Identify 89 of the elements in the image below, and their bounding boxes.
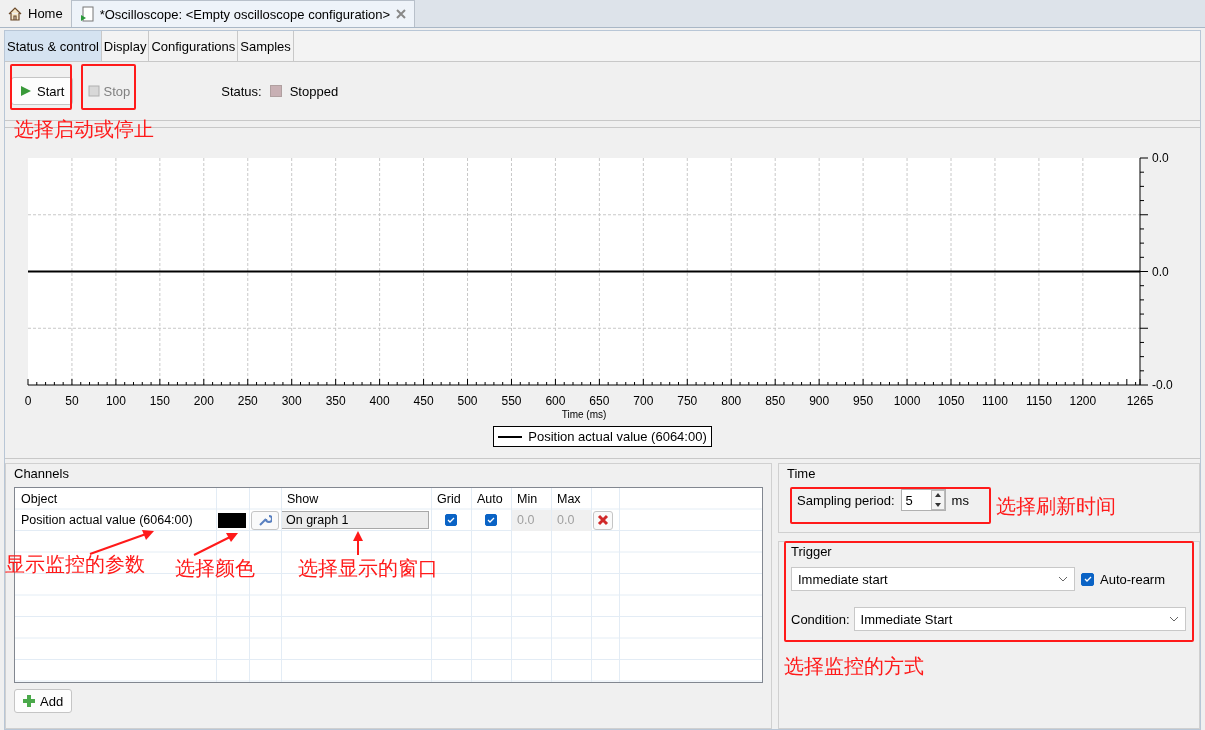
column-header: Auto <box>476 490 504 508</box>
column-header: Min <box>516 490 539 508</box>
add-button[interactable]: Add <box>14 689 73 713</box>
document-icon <box>79 6 94 22</box>
x-tick-label: 800 <box>721 394 742 408</box>
group-title: Channels <box>14 466 70 481</box>
wrench-button[interactable] <box>251 510 279 530</box>
group-title: Trigger <box>791 544 833 559</box>
x-tick-label: 850 <box>765 394 786 408</box>
condition-label: Condition: <box>791 611 850 627</box>
x-tick-label: 1050 <box>937 394 965 408</box>
x-tick-label: 350 <box>325 394 346 408</box>
close-icon[interactable] <box>396 9 407 19</box>
x-tick-label: 700 <box>633 394 654 408</box>
grid-checkbox[interactable] <box>445 514 457 527</box>
checkmark-icon <box>487 517 495 524</box>
y-tick-label: 0.0 <box>1152 264 1169 279</box>
x-tick-label: 650 <box>589 394 610 408</box>
x-tick-label: 1200 <box>1069 394 1097 408</box>
checkmark-icon <box>447 517 455 524</box>
condition-dropdown[interactable]: Immediate Start <box>853 607 1186 631</box>
x-tick-label: 1150 <box>1026 394 1052 408</box>
x-axis-label: Time (ms) <box>561 409 607 420</box>
x-tick-label: 450 <box>413 394 434 408</box>
x-tick-label: 250 <box>237 394 258 408</box>
stop-icon <box>88 85 101 97</box>
y-tick-label: 0.0 <box>1152 151 1169 165</box>
auto-checkbox[interactable] <box>485 514 497 527</box>
arrow-drawing <box>192 531 240 557</box>
tab[interactable]: Status & control <box>5 31 102 61</box>
table-cell-text: Position actual value (6064:00) <box>20 512 194 530</box>
x-tick-label: 550 <box>501 394 522 408</box>
highlight-frame <box>81 64 136 110</box>
x-tick-label: 100 <box>105 394 126 408</box>
unit-label: ms <box>951 492 969 508</box>
arrow-drawing <box>352 531 364 555</box>
spinner-arrows-icon <box>930 490 945 510</box>
annotation-text: 选择颜色 <box>175 555 255 582</box>
chevron-down-icon <box>1058 576 1068 582</box>
home-icon <box>8 6 22 21</box>
graph-dropdown[interactable]: On graph 1 <box>281 511 429 530</box>
tab[interactable]: Samples <box>238 31 294 61</box>
x-tick-label: 600 <box>545 394 566 408</box>
y-tick-label: -0.0 <box>1152 378 1173 392</box>
x-tick-label: 150 <box>149 394 170 408</box>
group-title: Time <box>787 466 817 481</box>
x-tick-label: 300 <box>281 394 302 408</box>
status-label: Status: <box>221 83 262 99</box>
annotation-text: 选择监控的方式 <box>784 653 924 680</box>
x-tick-label: 500 <box>457 394 478 408</box>
x-tick-label: 0 <box>24 394 32 408</box>
column-header: Show <box>286 490 320 508</box>
color-swatch[interactable] <box>218 512 246 528</box>
x-tick-label: 50 <box>65 394 79 408</box>
play-icon <box>20 85 32 97</box>
delete-button[interactable] <box>593 510 613 530</box>
tab[interactable]: Configurations <box>149 31 239 61</box>
sampling-spinner[interactable]: 5 <box>900 489 946 511</box>
x-tick-label: 750 <box>677 394 698 408</box>
column-header: Max <box>556 490 582 508</box>
auto-rearm-label: Auto-rearm <box>1100 571 1166 587</box>
annotation-text: 选择启动或停止 <box>14 116 154 143</box>
document-tab[interactable]: *Oscilloscope: <Empty oscilloscope configuration> <box>71 0 416 27</box>
x-tick-label: 900 <box>809 394 830 408</box>
close-icon <box>597 514 609 527</box>
chevron-down-icon <box>1168 616 1179 622</box>
x-tick-label: 1100 <box>982 394 1008 408</box>
status-value: Stopped <box>289 83 339 99</box>
legend-label: Position actual value (6064:00) <box>528 429 707 444</box>
sampling-label: Sampling period: <box>797 492 895 508</box>
trigger-dropdown[interactable]: Immediate start <box>791 567 1075 591</box>
annotation-text: 选择显示的窗口 <box>298 555 438 582</box>
x-tick-label: 950 <box>853 394 874 408</box>
auto-rearm-checkbox[interactable] <box>1081 572 1094 586</box>
document-tab[interactable]: Home <box>0 0 72 27</box>
x-tick-label: 1000 <box>893 394 921 408</box>
column-header: Grid <box>436 490 462 508</box>
x-tick-label: 1265 <box>1126 394 1154 408</box>
start-button[interactable]: Start <box>11 77 74 105</box>
annotation-text: 选择刷新时间 <box>996 493 1116 520</box>
tab[interactable]: Display <box>101 31 150 61</box>
highlight-frame <box>10 64 72 110</box>
annotation-text: 显示监控的参数 <box>5 551 145 578</box>
column-header: Object <box>20 490 59 508</box>
x-tick-label: 400 <box>369 394 390 408</box>
checkmark-icon <box>1083 576 1092 582</box>
x-tick-label: 200 <box>193 394 214 408</box>
legend-line-icon <box>498 434 523 439</box>
plus-icon <box>23 695 35 707</box>
